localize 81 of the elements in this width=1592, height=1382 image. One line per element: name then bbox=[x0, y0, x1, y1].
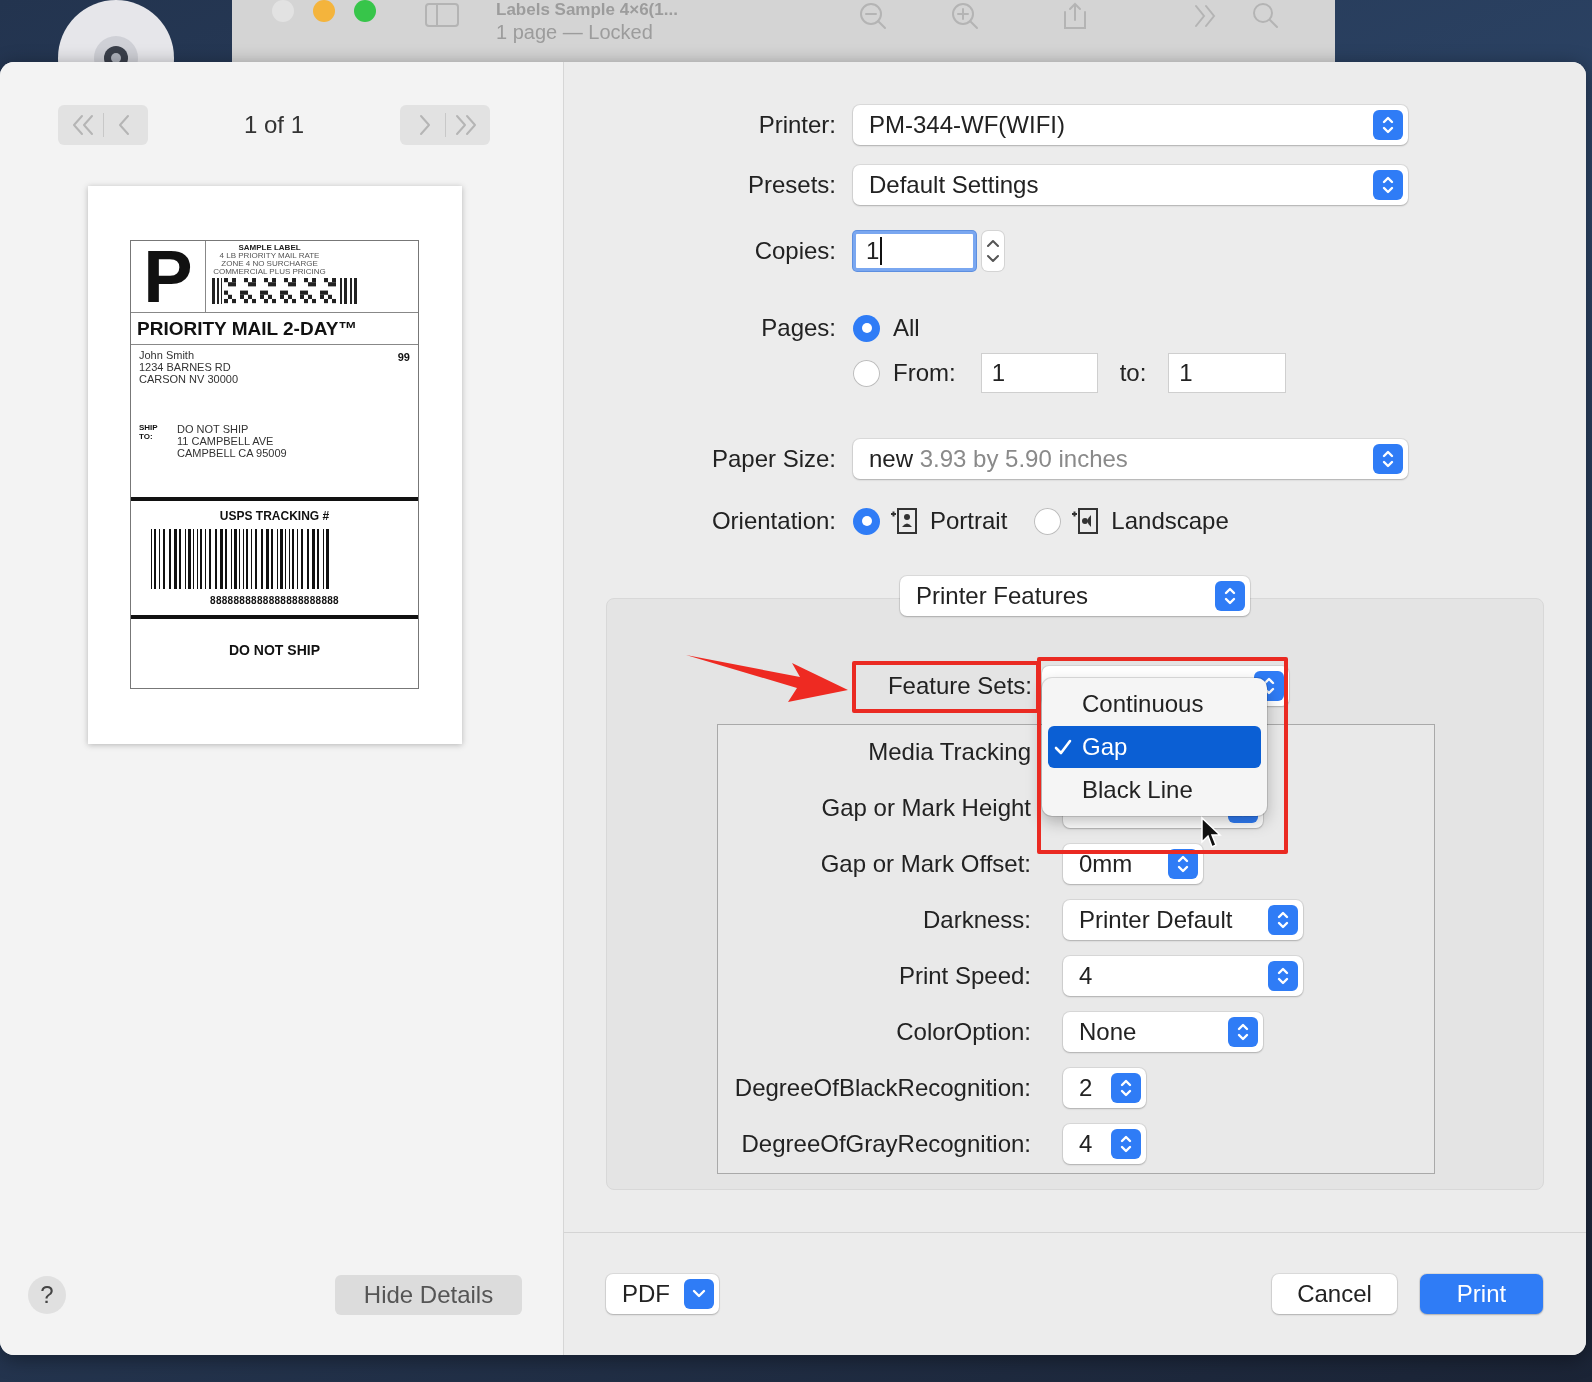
cancel-button[interactable]: Cancel bbox=[1272, 1274, 1397, 1314]
field-label: Presets: bbox=[746, 171, 836, 199]
menu-item[interactable]: Gap bbox=[1048, 726, 1261, 768]
address-line: CAMPBELL CA 95009 bbox=[177, 447, 287, 459]
zoom-window-button[interactable] bbox=[354, 0, 376, 22]
address-line: 11 CAMPBELL AVE bbox=[177, 435, 274, 447]
service-title: PRIORITY MAIL 2-DAY™ bbox=[137, 317, 358, 340]
chevron-updown-icon bbox=[1111, 1073, 1141, 1103]
feature-popup[interactable]: 0mm bbox=[1063, 844, 1203, 884]
presets-popup[interactable]: Default Settings bbox=[853, 165, 1408, 205]
label-text: ZONE 4 NO SURCHARGE bbox=[220, 260, 319, 268]
feature-popup[interactable]: 4 bbox=[1063, 1124, 1146, 1164]
field-label: Feature Sets: bbox=[887, 672, 1032, 700]
chevron-updown-icon bbox=[1373, 170, 1403, 200]
feature-popup[interactable]: Printer Default bbox=[1063, 900, 1303, 940]
hide-details-button[interactable]: Hide Details bbox=[335, 1275, 522, 1315]
ship-to-label: SHIP TO: bbox=[139, 423, 159, 443]
feature-popup[interactable]: None bbox=[1063, 1012, 1263, 1052]
label-footer: DO NOT SHIP bbox=[229, 642, 320, 658]
printer-popup[interactable]: PM-344-WF(WIFI) bbox=[853, 105, 1408, 145]
chevron-updown-icon bbox=[1111, 1129, 1141, 1159]
label-text: COMMERCIAL PLUS PRICING bbox=[212, 268, 327, 276]
copies-field[interactable]: 1 bbox=[853, 231, 976, 271]
stepper-control[interactable] bbox=[982, 231, 1004, 271]
field-label: ColorOption: bbox=[895, 1018, 1031, 1046]
field-label: Pages: bbox=[760, 314, 836, 342]
section-popup[interactable]: Printer Features bbox=[900, 576, 1250, 616]
menu-item[interactable]: Black Line bbox=[1048, 769, 1261, 811]
window-subtitle: 1 page — Locked bbox=[496, 20, 654, 44]
field-label: DegreeOfGrayRecognition: bbox=[740, 1130, 1031, 1158]
field-label: Printer: bbox=[757, 111, 836, 139]
address-line: DO NOT SHIP bbox=[177, 423, 249, 435]
chevron-updown-icon bbox=[1228, 1017, 1258, 1047]
feature-popup[interactable]: 2 bbox=[1063, 1068, 1146, 1108]
paper-size-popup[interactable]: new 3.93 by 5.90 inches bbox=[853, 439, 1408, 479]
radio-label: From: bbox=[893, 359, 956, 387]
field-label: Darkness: bbox=[921, 906, 1031, 934]
pdf-button[interactable]: PDF bbox=[606, 1274, 719, 1314]
radio-label: Portrait bbox=[930, 507, 1008, 535]
chevron-updown-icon bbox=[1373, 110, 1403, 140]
radio-label: All bbox=[893, 314, 920, 342]
radio-button[interactable] bbox=[853, 507, 880, 535]
chevron-updown-icon bbox=[1373, 444, 1403, 474]
label-text: 4 LB PRIORITY MAIL RATE bbox=[218, 252, 321, 260]
chevron-updown-icon bbox=[1268, 961, 1298, 991]
menu-item[interactable]: Continuous bbox=[1048, 683, 1261, 725]
page-indicator: 1 of 1 bbox=[242, 111, 305, 139]
chevron-updown-icon bbox=[1268, 905, 1298, 935]
field-label: Paper Size: bbox=[710, 445, 836, 473]
label-text: SAMPLE LABEL bbox=[237, 244, 302, 252]
class-letter: P bbox=[143, 239, 193, 314]
field-label: Gap or Mark Height bbox=[820, 794, 1031, 822]
page-to-field[interactable]: 1 bbox=[1168, 353, 1287, 393]
field-label: Copies: bbox=[753, 237, 836, 265]
page-from-field[interactable]: 1 bbox=[980, 353, 1098, 393]
field-label: Orientation: bbox=[710, 507, 836, 535]
field-label: to: bbox=[1119, 359, 1147, 387]
portrait-icon bbox=[890, 506, 920, 536]
address-line: 1234 BARNES RD bbox=[139, 361, 231, 373]
field-label: Print Speed: bbox=[897, 962, 1031, 990]
field-label: Gap or Mark Offset: bbox=[819, 850, 1031, 878]
address-line: CARSON NV 30000 bbox=[139, 373, 239, 385]
radio-button[interactable] bbox=[1034, 507, 1062, 535]
radio-label: Landscape bbox=[1111, 507, 1229, 535]
address-line: John Smith bbox=[139, 349, 195, 361]
minimize-window-button[interactable] bbox=[313, 0, 335, 22]
print-button[interactable]: Print bbox=[1420, 1274, 1543, 1314]
field-label: Media Tracking bbox=[867, 738, 1031, 766]
label-code: 99 bbox=[397, 351, 410, 363]
field-label: DegreeOfBlackRecognition: bbox=[733, 1074, 1031, 1102]
sidebar-icon[interactable] bbox=[424, 2, 460, 30]
chevron-updown-icon bbox=[1215, 581, 1245, 611]
checkmark-icon bbox=[1054, 738, 1072, 756]
chevron-down-icon bbox=[684, 1279, 714, 1309]
feature-popup[interactable]: 4 bbox=[1063, 956, 1303, 996]
radio-button[interactable] bbox=[853, 359, 880, 387]
window-title: Labels Sample 4×6(1... bbox=[496, 0, 678, 20]
tracking-title: USPS TRACKING # bbox=[219, 509, 330, 523]
radio-button[interactable] bbox=[853, 314, 880, 342]
tracking-number: 8888888888888888888888 bbox=[210, 595, 339, 606]
help-button[interactable]: ? bbox=[28, 1276, 66, 1314]
